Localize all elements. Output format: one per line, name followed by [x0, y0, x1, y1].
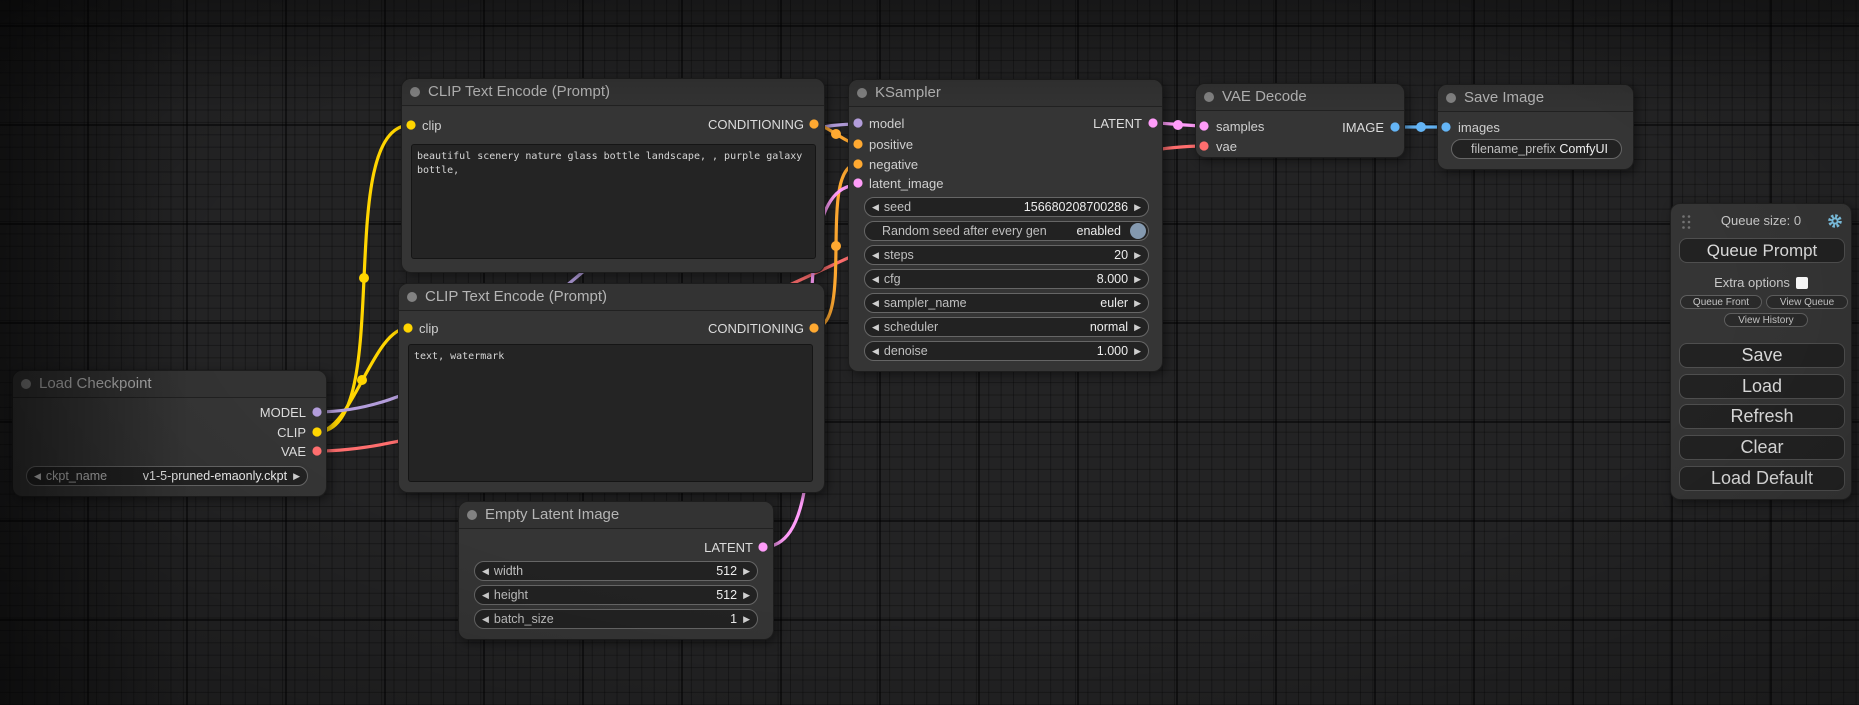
ckpt-name-combo[interactable]: ◀ ckpt_name v1-5-pruned-emaonly.ckpt ▶ — [26, 466, 308, 486]
input-slot-positive[interactable]: positive — [849, 136, 1162, 154]
increment-arrow-icon[interactable]: ▶ — [1134, 294, 1141, 312]
collapse-dot-icon[interactable] — [467, 510, 477, 520]
filename-prefix-field[interactable]: filename_prefix ComfyUI — [1451, 139, 1622, 159]
view-queue-button[interactable]: View Queue — [1766, 295, 1848, 309]
batch-size-stepper[interactable]: ◀ batch_size 1 ▶ — [474, 609, 758, 629]
output-slot-model[interactable]: MODEL — [13, 404, 326, 422]
collapse-dot-icon[interactable] — [1446, 93, 1456, 103]
negative-prompt-textarea[interactable]: text, watermark — [408, 344, 813, 482]
decrement-arrow-icon[interactable]: ◀ — [34, 467, 41, 485]
load-default-button[interactable]: Load Default — [1679, 466, 1845, 491]
decrement-arrow-icon[interactable]: ◀ — [482, 610, 489, 628]
extra-options-row: Extra options — [1671, 275, 1851, 290]
node-title: VAE Decode — [1222, 88, 1307, 105]
output-slot-clip[interactable]: CLIP — [13, 424, 326, 442]
queue-size-label: Queue size: 0 — [1671, 211, 1851, 231]
node-title-bar[interactable]: Load Checkpoint — [13, 371, 326, 398]
output-slot-vae[interactable]: VAE — [13, 443, 326, 461]
decrement-arrow-icon[interactable]: ◀ — [482, 586, 489, 604]
denoise-stepper[interactable]: ◀ denoise 1.000 ▶ — [864, 341, 1149, 361]
extra-options-label: Extra options — [1714, 275, 1790, 290]
node-title-bar[interactable]: VAE Decode — [1196, 84, 1404, 111]
input-slot-latent-image[interactable]: latent_image — [849, 175, 1162, 193]
decrement-arrow-icon[interactable]: ◀ — [872, 198, 879, 216]
increment-arrow-icon[interactable]: ▶ — [743, 562, 750, 580]
node-vae-decode[interactable]: VAE Decode samples vae IMAGE — [1195, 83, 1405, 158]
queue-prompt-button[interactable]: Queue Prompt — [1679, 238, 1845, 263]
seed-stepper[interactable]: ◀ seed 156680208700286 ▶ — [864, 197, 1149, 217]
load-button[interactable]: Load — [1679, 374, 1845, 399]
decrement-arrow-icon[interactable]: ◀ — [872, 246, 879, 264]
node-title-bar[interactable]: Empty Latent Image — [459, 502, 773, 529]
increment-arrow-icon[interactable]: ▶ — [293, 467, 300, 485]
clear-button[interactable]: Clear — [1679, 435, 1845, 460]
increment-arrow-icon[interactable]: ▶ — [1134, 198, 1141, 216]
decrement-arrow-icon[interactable]: ◀ — [872, 318, 879, 336]
output-slot-latent[interactable]: LATENT — [459, 539, 773, 557]
node-title: KSampler — [875, 84, 941, 101]
node-title-bar[interactable]: CLIP Text Encode (Prompt) — [402, 79, 824, 106]
collapse-dot-icon[interactable] — [1204, 92, 1214, 102]
cfg-stepper[interactable]: ◀ cfg 8.000 ▶ — [864, 269, 1149, 289]
input-slot-negative[interactable]: negative — [849, 156, 1162, 174]
output-slot-conditioning[interactable]: CONDITIONING — [399, 320, 824, 338]
node-ksampler[interactable]: KSampler model positive negative latent_… — [848, 79, 1163, 372]
node-title: CLIP Text Encode (Prompt) — [428, 83, 610, 100]
comfyui-canvas[interactable]: { "colors": { "model": "#B39DDB", "clip"… — [0, 0, 1859, 705]
increment-arrow-icon[interactable]: ▶ — [1134, 342, 1141, 360]
random-seed-toggle[interactable]: Random seed after every gen enabled — [864, 221, 1149, 241]
queue-panel-header: Queue size: 0 — [1671, 211, 1851, 231]
collapse-dot-icon[interactable] — [857, 88, 867, 98]
node-empty-latent-image[interactable]: Empty Latent Image LATENT ◀ width 512 ▶ … — [458, 501, 774, 640]
increment-arrow-icon[interactable]: ▶ — [1134, 318, 1141, 336]
gear-icon[interactable] — [1827, 213, 1843, 232]
collapse-dot-icon[interactable] — [407, 292, 417, 302]
increment-arrow-icon[interactable]: ▶ — [743, 610, 750, 628]
view-history-button[interactable]: View History — [1724, 313, 1808, 327]
save-button[interactable]: Save — [1679, 343, 1845, 368]
collapse-dot-icon[interactable] — [21, 379, 31, 389]
decrement-arrow-icon[interactable]: ◀ — [482, 562, 489, 580]
node-load-checkpoint[interactable]: Load Checkpoint MODEL CLIP VAE ◀ ckpt_na… — [12, 370, 327, 497]
decrement-arrow-icon[interactable]: ◀ — [872, 342, 879, 360]
node-save-image[interactable]: Save Image images filename_prefix ComfyU… — [1437, 84, 1634, 170]
increment-arrow-icon[interactable]: ▶ — [743, 586, 750, 604]
output-slot-image[interactable]: IMAGE — [1196, 119, 1404, 137]
input-slot-images[interactable]: images — [1438, 119, 1633, 137]
extra-options-checkbox[interactable] — [1796, 277, 1808, 289]
link-clip-to-positive-clip[interactable] — [317, 125, 411, 432]
node-clip-text-encode-negative[interactable]: CLIP Text Encode (Prompt) clip CONDITION… — [398, 283, 825, 493]
node-title: CLIP Text Encode (Prompt) — [425, 288, 607, 305]
node-title-bar[interactable]: CLIP Text Encode (Prompt) — [399, 284, 824, 311]
node-clip-text-encode-positive[interactable]: CLIP Text Encode (Prompt) clip CONDITION… — [401, 78, 825, 273]
input-slot-vae[interactable]: vae — [1196, 138, 1404, 156]
node-title: Empty Latent Image — [485, 506, 619, 523]
output-slot-conditioning[interactable]: CONDITIONING — [402, 116, 824, 134]
positive-prompt-textarea[interactable]: beautiful scenery nature glass bottle la… — [411, 144, 816, 259]
node-title-bar[interactable]: Save Image — [1438, 85, 1633, 112]
collapse-dot-icon[interactable] — [410, 87, 420, 97]
sampler-name-combo[interactable]: ◀ sampler_name euler ▶ — [864, 293, 1149, 313]
output-slot-latent[interactable]: LATENT — [849, 115, 1162, 133]
decrement-arrow-icon[interactable]: ◀ — [872, 294, 879, 312]
height-stepper[interactable]: ◀ height 512 ▶ — [474, 585, 758, 605]
increment-arrow-icon[interactable]: ▶ — [1134, 270, 1141, 288]
node-title-bar[interactable]: KSampler — [849, 80, 1162, 107]
node-title: Load Checkpoint — [39, 375, 152, 392]
steps-stepper[interactable]: ◀ steps 20 ▶ — [864, 245, 1149, 265]
increment-arrow-icon[interactable]: ▶ — [1134, 246, 1141, 264]
queue-menu-panel: Queue size: 0 Queue Prompt Extra options… — [1670, 203, 1852, 500]
node-title: Save Image — [1464, 89, 1544, 106]
decrement-arrow-icon[interactable]: ◀ — [872, 270, 879, 288]
link-clip-to-negative-clip[interactable] — [317, 328, 408, 432]
scheduler-combo[interactable]: ◀ scheduler normal ▶ — [864, 317, 1149, 337]
queue-front-button[interactable]: Queue Front — [1680, 295, 1762, 309]
width-stepper[interactable]: ◀ width 512 ▶ — [474, 561, 758, 581]
refresh-button[interactable]: Refresh — [1679, 404, 1845, 429]
